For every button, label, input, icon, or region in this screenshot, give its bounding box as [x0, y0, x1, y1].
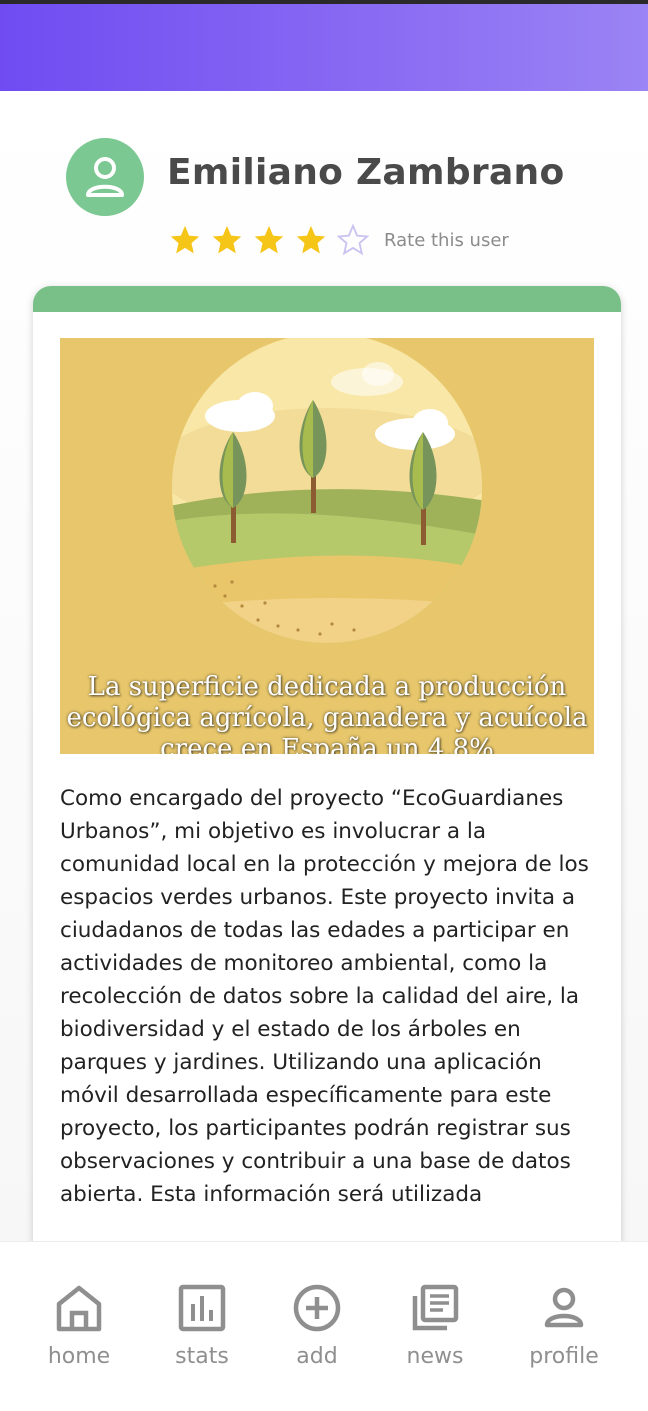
nav-stats-label: stats — [175, 1344, 229, 1369]
bottom-navigation: home stats add news profile — [0, 1241, 648, 1411]
person-icon — [86, 157, 124, 197]
post-body-text: Como encargado del proyecto “EcoGuardian… — [60, 786, 589, 1207]
nav-stats[interactable]: stats — [147, 1282, 257, 1382]
nav-profile[interactable]: profile — [509, 1282, 619, 1382]
star-icon-1[interactable] — [168, 223, 202, 257]
card-accent-bar — [33, 286, 621, 312]
star-icon-2[interactable] — [210, 223, 244, 257]
nav-news[interactable]: news — [380, 1282, 490, 1382]
nav-add-label: add — [296, 1344, 338, 1369]
top-app-bar — [0, 4, 648, 91]
nav-profile-label: profile — [529, 1344, 599, 1369]
star-icon-4[interactable] — [294, 223, 328, 257]
nav-home[interactable]: home — [24, 1282, 134, 1382]
nav-news-label: news — [406, 1344, 464, 1369]
news-icon — [412, 1284, 459, 1331]
add-icon — [293, 1284, 341, 1332]
user-header: Emiliano Zambrano — [66, 138, 626, 218]
stats-icon — [178, 1284, 226, 1332]
home-icon — [56, 1285, 102, 1332]
user-name: Emiliano Zambrano — [167, 152, 565, 193]
post-image[interactable]: La superficie dedicada a producción ecol… — [60, 338, 594, 754]
profile-icon — [544, 1287, 584, 1328]
rate-user-label[interactable]: Rate this user — [384, 230, 509, 251]
avatar[interactable] — [66, 138, 144, 216]
nav-home-label: home — [47, 1344, 111, 1369]
user-rating[interactable]: Rate this user — [168, 222, 509, 258]
post-card: La superficie dedicada a producción ecol… — [33, 286, 621, 1286]
image-caption: La superficie dedicada a producción ecol… — [66, 672, 588, 754]
star-icon-3[interactable] — [252, 223, 286, 257]
nav-add[interactable]: add — [262, 1282, 372, 1382]
star-outline-icon-5[interactable] — [336, 223, 370, 257]
